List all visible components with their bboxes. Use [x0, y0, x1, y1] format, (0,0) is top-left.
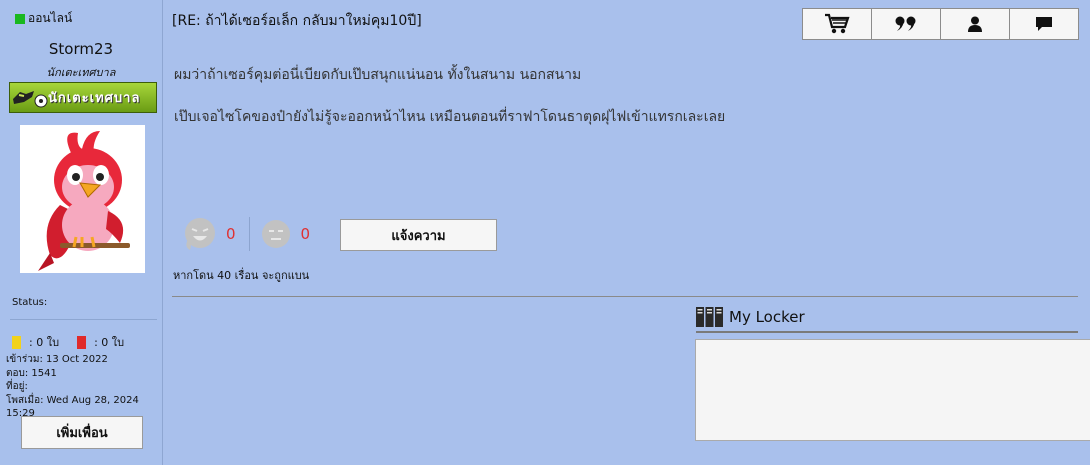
football-boot-icon: [10, 83, 48, 112]
username[interactable]: Storm23: [0, 40, 162, 58]
user-info: เข้าร่วม: 13 Oct 2022 ตอบ: 1541 ที่อยู่:…: [6, 353, 162, 421]
locker-title: My Locker: [729, 308, 805, 326]
locker-panel: [695, 339, 1090, 441]
yellow-card-count: : 0 ใบ: [29, 336, 60, 349]
post-paragraph: ผมว่าถ้าเซอร์คุมต่อนี่เบียดกับเป๊บสนุกแน…: [174, 67, 582, 83]
user-sidebar: ออนไลน์ Storm23 นักเตะเทศบาล นักเตะเทศบา…: [0, 0, 163, 465]
status-label: Status:: [12, 297, 48, 308]
quote-icon: [895, 16, 916, 31]
add-friend-button[interactable]: เพิ่มเพื่อน: [21, 416, 143, 449]
reactions: 0 0: [184, 217, 310, 251]
cart-button[interactable]: [802, 8, 872, 40]
locker-heading: My Locker: [696, 307, 805, 327]
location: ที่อยู่:: [6, 381, 28, 392]
red-card-icon: [77, 335, 87, 349]
online-status: ออนไลน์: [15, 9, 72, 28]
online-label: ออนไลน์: [28, 11, 73, 25]
post-toolbar: [802, 8, 1079, 40]
quote-button[interactable]: [871, 8, 941, 40]
post-divider: [172, 296, 1078, 297]
report-button[interactable]: แจ้งความ: [340, 219, 497, 251]
rank-badge: นักเตะเทศบาล: [9, 82, 157, 113]
ban-warning: หากโดน 40 เรื่อน จะถูกแบน: [173, 269, 310, 282]
avatar[interactable]: [20, 125, 145, 273]
post-title: [RE: ถ้าได้เซอร์อเล็ก กลับมาใหม่คุม10ปี]: [172, 13, 422, 29]
user-icon: [968, 16, 982, 32]
cart-icon: [825, 13, 850, 34]
user-title: นักเตะเทศบาล: [46, 66, 116, 79]
unamused-face-icon: [261, 220, 290, 248]
locker-icon: [696, 307, 723, 327]
red-card-count: : 0 ใบ: [94, 336, 125, 349]
message-button[interactable]: [1009, 8, 1079, 40]
sidebar-divider: [10, 319, 157, 320]
like-reaction[interactable]: 0: [184, 217, 236, 251]
profile-button[interactable]: [940, 8, 1010, 40]
reply-count: ตอบ: 1541: [6, 367, 57, 379]
post-paragraph: เป๊บเจอไซโคของป๋ายังไม่รู้จะออกหน้าไหน เ…: [174, 109, 726, 125]
joined-date: เข้าร่วม: 13 Oct 2022: [6, 354, 108, 365]
card-counts: : 0 ใบ : 0 ใบ: [12, 333, 124, 351]
reaction-divider: [248, 217, 250, 251]
chat-icon: [1036, 17, 1052, 31]
rank-badge-text: นักเตะเทศบาล: [48, 91, 141, 106]
like-count: 0: [226, 225, 236, 243]
post-body: ผมว่าถ้าเซอร์คุมต่อนี่เบียดกับเป๊บสนุกแน…: [174, 64, 725, 148]
locker-underline: [696, 331, 1078, 333]
dislike-reaction[interactable]: 0: [261, 219, 311, 249]
dislike-count: 0: [300, 225, 311, 243]
yellow-card-icon: [12, 335, 21, 349]
laughing-face-icon: [185, 218, 215, 250]
online-indicator: [15, 13, 25, 24]
